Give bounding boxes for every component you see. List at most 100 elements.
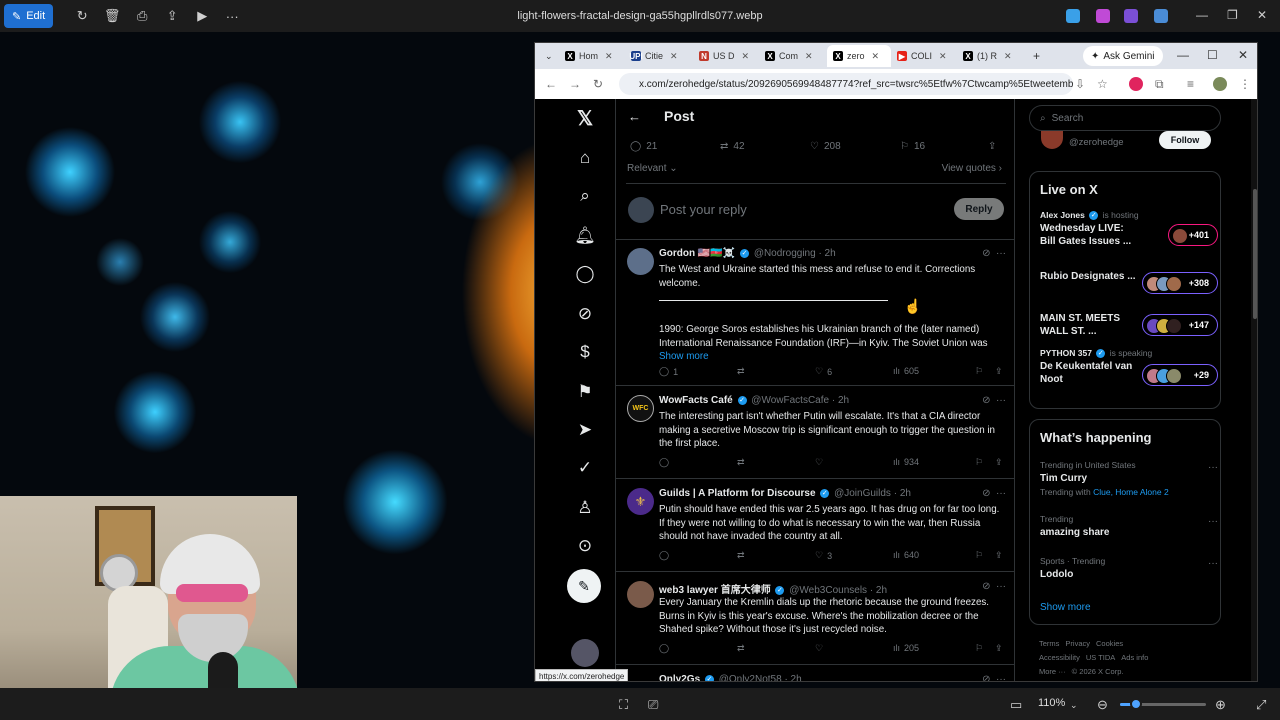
footer-link[interactable]: Ads info [1121, 653, 1148, 662]
footer-link[interactable]: Terms [1039, 639, 1059, 648]
menu-icon[interactable]: ⋮ [1239, 77, 1251, 91]
grok-icon[interactable]: ⊘ ··· [982, 488, 1006, 499]
author-name[interactable]: Guilds | A Platform for Discourse [659, 488, 816, 499]
footer-link[interactable]: Accessibility [1039, 653, 1080, 662]
new-tab-button[interactable]: + [1027, 45, 1047, 67]
author-handle[interactable]: @Web3Counsels · 2h [789, 585, 887, 596]
reply-tweet[interactable]: Gordon 🇺🇸🇦🇿☠️ ✓ @Nodrogging · 2h ⊘ ··· T… [616, 240, 1014, 386]
heart-icon[interactable]: ♡ [815, 643, 823, 654]
footer-link[interactable]: More ··· [1039, 667, 1066, 676]
fit-icon[interactable]: ▭ [1010, 697, 1022, 713]
tab[interactable]: UPI Citie ✕ [625, 45, 689, 67]
author-name[interactable]: WowFacts Café [659, 395, 733, 406]
extensions-icon[interactable]: ⧉ [1155, 77, 1164, 92]
author-name[interactable]: Gordon 🇺🇸🇦🇿☠️ [659, 248, 735, 259]
maximize-icon[interactable]: ❐ [1227, 8, 1238, 22]
show-more-link[interactable]: Show more [1040, 602, 1091, 613]
views-action[interactable]: ılı 605 [893, 366, 919, 376]
live-space[interactable]: Rubio Designates ... +308 [1040, 264, 1218, 304]
close-tab-icon[interactable]: ✕ [805, 51, 813, 62]
author-handle[interactable]: @Nodrogging · 2h [754, 248, 836, 259]
trend-item[interactable]: Sports · Trending Lodolo ··· [1040, 556, 1218, 580]
share-icon[interactable]: ⇪ [995, 643, 1003, 654]
share-icon[interactable]: ⇪ [988, 141, 996, 152]
address-bar[interactable]: x.com/zerohedge/status/20926905699484877… [619, 73, 1073, 95]
tab[interactable]: Xzero ✕ [827, 45, 891, 67]
view-quotes-link[interactable]: View quotes › [942, 163, 1002, 174]
avatar[interactable] [1041, 131, 1063, 149]
live-space[interactable]: MAIN ST. MEETS WALL ST. ... +147 [1040, 306, 1218, 346]
close-tab-icon[interactable]: ✕ [670, 51, 678, 62]
bookmarks-icon[interactable]: ⚑ [565, 377, 605, 407]
compose-button[interactable]: ✎ [567, 569, 601, 603]
app-icon[interactable] [1154, 9, 1168, 23]
minimize-icon[interactable]: — [1196, 8, 1208, 22]
reply-tweet[interactable]: WFC WowFacts Café ✓ @WowFactsCafe · 2h ⊘… [616, 387, 1014, 479]
profile-icon[interactable]: ♙ [565, 493, 605, 523]
author-handle[interactable]: @Only2Not58 · 2h [719, 674, 802, 681]
grok-icon[interactable]: ⊘ [565, 299, 605, 329]
close-icon[interactable]: ✕ [1257, 8, 1267, 22]
close-tab-icon[interactable]: ✕ [939, 51, 947, 62]
verified-icon[interactable]: ✓ [565, 453, 605, 483]
more-icon[interactable]: ··· [1208, 516, 1218, 527]
repost-icon[interactable]: ⇄ [737, 550, 745, 561]
premium-icon[interactable]: $ [565, 337, 605, 367]
close-tab-icon[interactable]: ✕ [605, 51, 613, 62]
scrollbar-thumb[interactable] [1253, 189, 1257, 319]
author-name[interactable]: web3 lawyer 首席大律师 [659, 585, 771, 596]
reply-action[interactable]: ◯ 1 [659, 366, 678, 377]
heart-icon[interactable]: ♡ [815, 457, 823, 468]
crop-icon[interactable]: ⛶ [619, 697, 628, 713]
views-action[interactable]: ılı 640 [893, 550, 919, 560]
print-icon[interactable]: ⎙ [127, 8, 157, 24]
share-icon[interactable]: ⇪ [995, 457, 1003, 468]
grok-icon[interactable]: ⊘ ··· [982, 674, 1006, 681]
tab[interactable]: ▶ COLI ✕ [891, 45, 955, 67]
share-icon[interactable]: ⇪ [995, 366, 1003, 377]
repost-action[interactable]: ⇄ [737, 366, 745, 377]
zoom-level[interactable]: 110% [1038, 697, 1065, 709]
profile-handle[interactable]: @zerohedge [1069, 137, 1124, 148]
reposts-stat[interactable]: ⇄ 42 [720, 141, 745, 152]
grok-icon[interactable]: ⊘ ··· [982, 581, 1006, 592]
grok-icon[interactable]: ⊘ ··· [982, 248, 1006, 259]
follow-button[interactable]: Follow [1159, 131, 1211, 149]
scrollbar[interactable] [1251, 99, 1257, 681]
more-icon[interactable]: ··· [1208, 558, 1218, 569]
back-icon[interactable]: ← [545, 77, 557, 91]
search-input[interactable]: ⌕ Search [1029, 105, 1221, 131]
show-more-link[interactable]: Show more [659, 350, 1007, 364]
trend-item[interactable]: Trending in United States Tim Curry Tren… [1040, 460, 1218, 497]
trend-item[interactable]: Trending amazing share ··· [1040, 514, 1218, 538]
author-name[interactable]: Only2Gs [659, 674, 700, 681]
slideshow-icon[interactable]: ▶ [187, 8, 217, 24]
sort-dropdown[interactable]: Relevant ⌄ [627, 163, 678, 174]
messages-icon[interactable]: ◯ [565, 259, 605, 289]
close-tab-icon[interactable]: ✕ [742, 51, 750, 62]
search-icon[interactable]: ⌕ [565, 181, 605, 211]
media-icon[interactable]: ≡ [1187, 77, 1194, 91]
rotate-icon[interactable]: ↻ [67, 8, 97, 24]
views-action[interactable]: ılı 205 [893, 643, 919, 653]
like-action[interactable]: ♡ 6 [815, 366, 832, 377]
tab-search-icon[interactable]: ⌄ [539, 45, 559, 67]
footer-link[interactable]: Privacy [1065, 639, 1090, 648]
profile-avatar[interactable] [1213, 77, 1227, 91]
reload-icon[interactable]: ↻ [593, 77, 603, 91]
ask-gemini-button[interactable]: ✦ Ask Gemini [1083, 46, 1163, 66]
close-icon[interactable]: ✕ [1238, 48, 1248, 62]
author-handle[interactable]: @JoinGuilds · 2h [834, 488, 911, 499]
reply-icon[interactable]: ◯ [659, 550, 669, 561]
reply-icon[interactable]: ◯ [659, 643, 669, 654]
jobs-icon[interactable]: ➤ [565, 415, 605, 445]
forward-icon[interactable]: → [569, 77, 581, 91]
trend-links[interactable]: Clue, Home Alone 2 [1093, 487, 1169, 497]
home-icon[interactable]: ⌂ [565, 143, 605, 173]
footer-link[interactable]: © 2026 X Corp. [1072, 667, 1124, 676]
x-logo-icon[interactable]: 𝕏 [565, 103, 605, 133]
reply-input[interactable]: Post your reply [660, 202, 747, 217]
back-arrow-icon[interactable]: ← [628, 109, 641, 124]
reply-tweet[interactable]: ⚜ Guilds | A Platform for Discourse ✓ @J… [616, 480, 1014, 572]
zoom-out-icon[interactable]: ⊖ [1097, 697, 1108, 713]
